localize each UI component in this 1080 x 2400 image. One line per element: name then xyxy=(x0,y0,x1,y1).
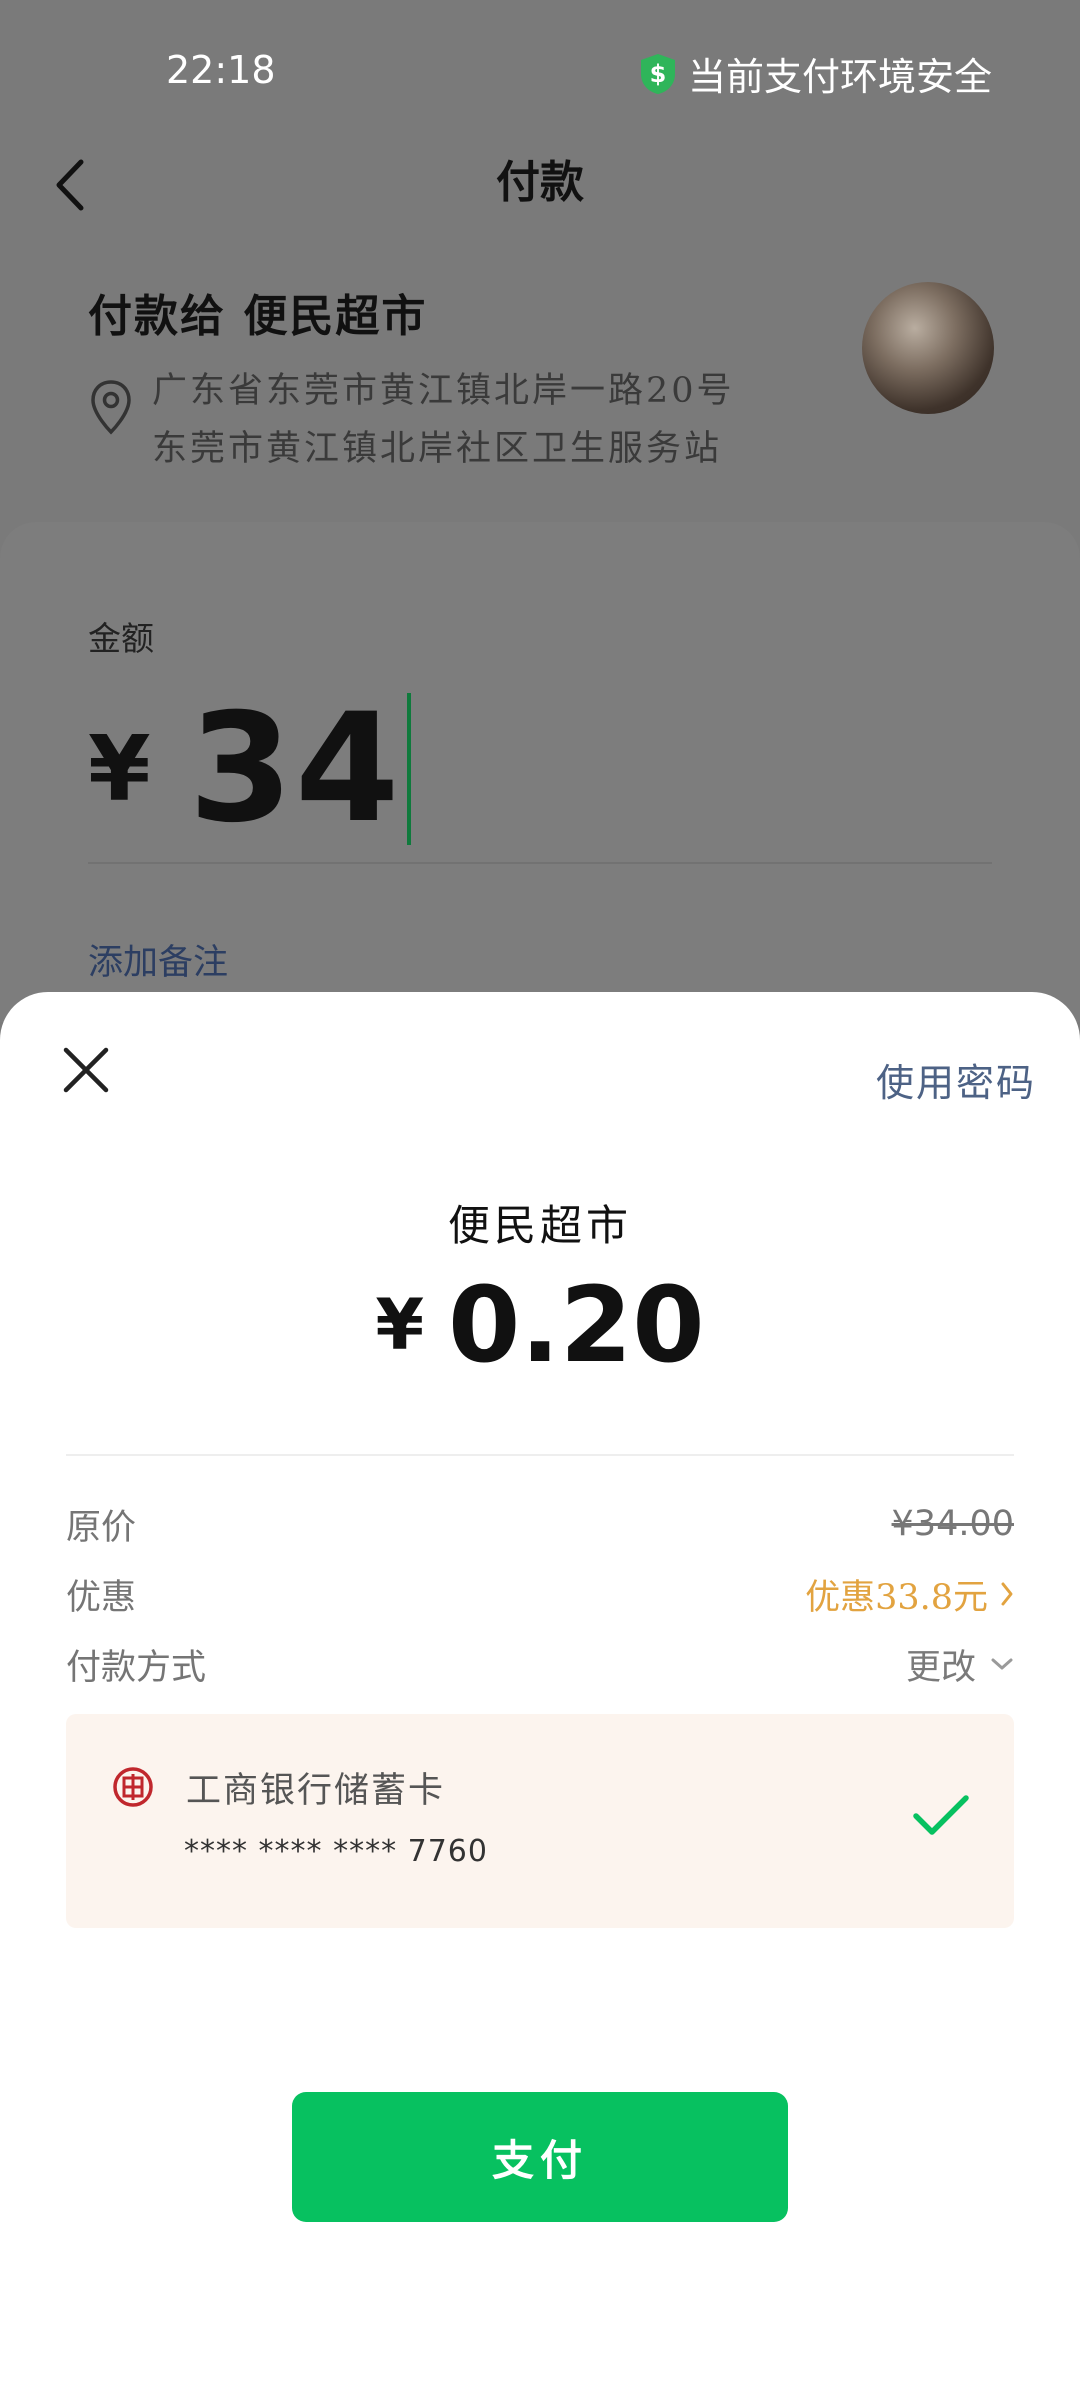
discount-value: 优惠33.8元 xyxy=(805,1577,988,1618)
icbc-logo-icon xyxy=(113,1767,153,1807)
secure-text: 当前支付环境安全 xyxy=(687,55,992,99)
original-price-value: ¥34.00 xyxy=(891,1504,1014,1544)
payment-sheet: 使用密码 便民超市 ¥ 0.20 原价 ¥34.00 优惠 优惠33.8元 付款… xyxy=(0,992,1080,2400)
secure-indicator: $ 当前支付环境安全 xyxy=(638,46,992,101)
amount-input[interactable]: ¥ 34 xyxy=(88,682,412,856)
text-caret xyxy=(407,693,412,845)
chevron-right-icon xyxy=(1001,1582,1013,1606)
selected-card[interactable]: 工商银行储蓄卡 **** **** **** 7760 xyxy=(66,1714,1014,1928)
original-price-label: 原价 xyxy=(66,1507,137,1548)
original-price-row: 原价 ¥34.00 xyxy=(66,1494,1014,1554)
discount-row[interactable]: 优惠 优惠33.8元 xyxy=(66,1564,1014,1624)
location-pin-icon xyxy=(91,380,131,435)
amount-currency: ¥ xyxy=(88,716,151,822)
pay-button[interactable]: 支付 xyxy=(292,2092,788,2222)
status-bar: 22:18 $ 当前支付环境安全 xyxy=(0,0,1080,140)
svg-text:$: $ xyxy=(650,60,667,88)
shield-dollar-icon: $ xyxy=(640,53,675,94)
merchant-info: 付款给 便民超市 广东省东莞市黄江镇北岸一路20号东莞市黄江镇北岸社区卫生服务站 xyxy=(88,280,808,478)
discount-detail[interactable]: 优惠33.8元 xyxy=(805,1569,1014,1620)
amount-label: 金额 xyxy=(88,619,154,658)
sheet-merchant-name: 便民超市 xyxy=(447,1201,632,1250)
add-note-link[interactable]: 添加备注 xyxy=(88,934,228,985)
amount-value: 34 xyxy=(188,682,402,856)
checkmark-icon xyxy=(913,1795,969,1835)
merchant-address: 广东省东莞市黄江镇北岸一路20号东莞市黄江镇北岸社区卫生服务站 xyxy=(152,371,735,469)
pay-amount: ¥ 0.20 xyxy=(0,1264,1080,1386)
payment-method-row: 付款方式 更改 xyxy=(66,1634,1014,1694)
discount-label: 优惠 xyxy=(66,1577,137,1618)
change-label: 更改 xyxy=(905,1647,976,1688)
nav-bar: 付款 xyxy=(0,140,1080,260)
card-number: **** **** **** 7760 xyxy=(184,1834,488,1869)
chevron-down-icon xyxy=(991,1658,1013,1670)
page-title: 付款 xyxy=(496,157,584,208)
use-password-button[interactable]: 使用密码 xyxy=(876,1052,1036,1107)
amount-panel: 金额 ¥ 34 添加备注 xyxy=(0,522,1080,1022)
merchant-avatar xyxy=(862,282,994,414)
status-time: 22:18 xyxy=(166,48,276,92)
pay-currency: ¥ xyxy=(375,1284,425,1366)
divider xyxy=(66,1454,1014,1456)
close-icon[interactable] xyxy=(60,1044,112,1096)
pay-amount-value: 0.20 xyxy=(448,1264,705,1386)
amount-underline xyxy=(88,862,992,864)
payment-method-label: 付款方式 xyxy=(66,1647,207,1688)
bank-name: 工商银行储蓄卡 xyxy=(186,1771,446,1811)
change-method-button[interactable]: 更改 xyxy=(906,1639,1014,1690)
merchant-name: 付款给 便民超市 xyxy=(88,291,428,342)
